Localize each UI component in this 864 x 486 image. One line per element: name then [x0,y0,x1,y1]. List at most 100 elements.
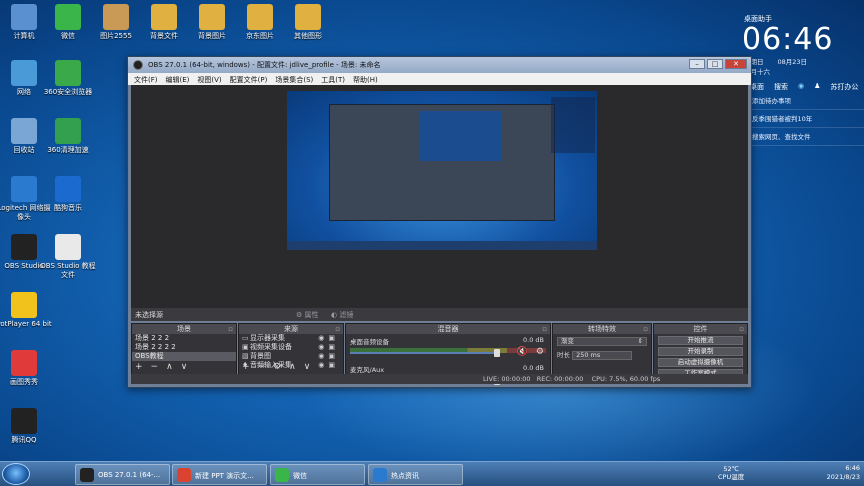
volume-slider[interactable] [350,349,500,357]
remove-icon[interactable]: − [151,362,159,372]
app-icon [275,468,289,482]
desktop-icon[interactable]: 酷狗音乐 [40,176,96,213]
move-up-icon[interactable]: ∧ [166,362,173,372]
source-item[interactable]: ▭显示器采集 ◉▣ [239,334,343,343]
preview-widget [551,97,595,153]
preview-screen[interactable] [287,91,597,250]
preview-nested-obs [329,104,555,221]
app-icon [199,4,225,30]
sources-header-label: 来源 [284,325,298,333]
widget-tab-office[interactable]: 苏打办公 [830,82,858,92]
widget-item-search[interactable]: 搜索网页、查找文件 [740,128,864,146]
desktop-icon[interactable]: 360清理加速 [40,118,96,155]
mixer-header-label: 混音器 [437,325,459,333]
widget-tabs: 桌面 搜索 ◉ ♟ 苏打办公 [740,82,864,92]
window-controls: – □ ✕ [689,59,747,69]
gear-icon[interactable]: ⚙ [536,347,544,357]
move-down-icon[interactable]: ∨ [181,362,188,372]
visibility-lock-icons[interactable]: ◉▣ [318,334,339,343]
muted-speaker-icon[interactable]: 🔇 [517,347,528,357]
taskbar-item[interactable]: 新建 PPT 演示文... [172,464,267,485]
start-recording-button[interactable]: 开始录制 [658,347,743,356]
widget-item-todo[interactable]: 添加待办事项 [740,92,864,110]
app-icon [295,4,321,30]
dock-float-icon[interactable]: ▫ [643,324,648,334]
remove-icon[interactable]: − [258,362,266,372]
source-item[interactable]: ▧背景图 ◉▣ [239,352,343,361]
scenes-dock: 场景 ▫ 场景 2 2 2 场景 2 2 2 2 OBS教程 + − ∧ ∨ [131,323,237,375]
app-icon [11,350,37,376]
visibility-lock-icons[interactable]: ◉▣ [318,343,339,352]
widget-date: 08月23日 [777,58,808,66]
taskbar-item[interactable]: OBS 27.0.1 (64-... [75,464,170,485]
channel-name: 桌面音频设备 [350,338,389,346]
gear-icon[interactable]: ⚙ [273,362,281,372]
widget-clock: 06:46 [742,22,834,57]
menu-file[interactable]: 文件(F) [134,75,158,84]
widget-tab-desktop[interactable]: 桌面 [750,82,764,92]
app-icon [55,118,81,144]
desktop-icon[interactable]: 画图秀秀 [0,350,52,387]
app-icon [103,4,129,30]
dock-float-icon[interactable]: ▫ [739,324,744,334]
desktop-icon-label: 360清理加速 [47,146,89,154]
system-clock[interactable]: 6:46 2021/8/23 [827,464,860,482]
app-icon [55,234,81,260]
filters-button[interactable]: ◐ 滤镜 [331,310,353,320]
widget-tab-search[interactable]: 搜索 [774,82,788,92]
user-icon[interactable]: ♟ [814,82,820,92]
app-icon [11,118,37,144]
slider-knob[interactable] [494,349,500,357]
desktop-icon[interactable]: PotPlayer 64 bit [0,292,52,329]
menu-view[interactable]: 视图(V) [197,75,221,84]
rec-timer: REC: 00:00:00 [536,375,584,383]
start-streaming-button[interactable]: 开始推流 [658,336,743,345]
dock-float-icon[interactable]: ▫ [335,324,340,334]
dock-float-icon[interactable]: ▫ [228,324,233,334]
source-item[interactable]: ▣视频采集设备 ◉▣ [239,343,343,352]
close-button[interactable]: ✕ [725,59,747,69]
duration-input[interactable]: 250 ms [572,351,633,360]
taskbar-item[interactable]: 微信 [270,464,365,485]
app-icon [151,4,177,30]
start-virtual-camera-button[interactable]: 启动虚拟摄像机 [658,358,743,367]
eye-icon[interactable]: ◉ [798,82,804,92]
obs-title-text: OBS 27.0.1 (64-bit, windows) - 配置文件: jdl… [148,61,381,69]
menu-scene-collection[interactable]: 场景集合(S) [275,75,313,84]
monitor-icon: ▭ [242,334,249,342]
properties-button[interactable]: ⚙ 属性 [296,310,319,320]
channel-db: 0.0 dB [523,336,544,344]
menu-help[interactable]: 帮助(H) [353,75,378,84]
desktop-icon[interactable]: 其他图形 [280,4,336,41]
minimize-button[interactable]: – [689,59,705,69]
taskbar-item[interactable]: 热点资讯 [368,464,463,485]
desktop-icon[interactable]: OBS Studio 教程文件 [40,234,96,280]
dock-float-icon[interactable]: ▫ [542,324,547,334]
move-down-icon[interactable]: ∨ [304,362,311,372]
scene-item[interactable]: OBS教程 [132,352,236,361]
scene-item[interactable]: 场景 2 2 2 [132,334,236,343]
source-label: 背景图 [250,352,271,360]
menu-tools[interactable]: 工具(T) [321,75,345,84]
transition-duration: 时长 250 ms [557,349,647,360]
clock-time: 6:46 [845,464,860,472]
start-button[interactable] [2,463,30,485]
menu-edit[interactable]: 编辑(E) [166,75,190,84]
app-icon [55,4,81,30]
visibility-lock-icons[interactable]: ◉▣ [318,352,339,361]
preview-taskbar [287,241,597,250]
transition-select[interactable]: 渐变 ⇕ [557,337,647,346]
obs-titlebar[interactable]: OBS 27.0.1 (64-bit, windows) - 配置文件: jdl… [128,57,751,73]
channel-name: 麦克风/Aux [350,366,385,374]
widget-item-news[interactable]: 反季围猎者被判10年 [740,110,864,128]
scene-item[interactable]: 场景 2 2 2 2 [132,343,236,352]
add-icon[interactable]: + [242,362,250,372]
move-up-icon[interactable]: ∧ [289,362,296,372]
add-icon[interactable]: + [135,362,143,372]
transitions-header: 转场特效 ▫ [553,324,651,334]
visibility-lock-icons[interactable]: ◉▣ [318,361,339,370]
desktop-icon[interactable]: 360安全浏览器 [40,60,96,97]
maximize-button[interactable]: □ [707,59,723,69]
menu-profile[interactable]: 配置文件(P) [230,75,268,84]
desktop-icon[interactable]: 腾讯QQ [0,408,52,445]
